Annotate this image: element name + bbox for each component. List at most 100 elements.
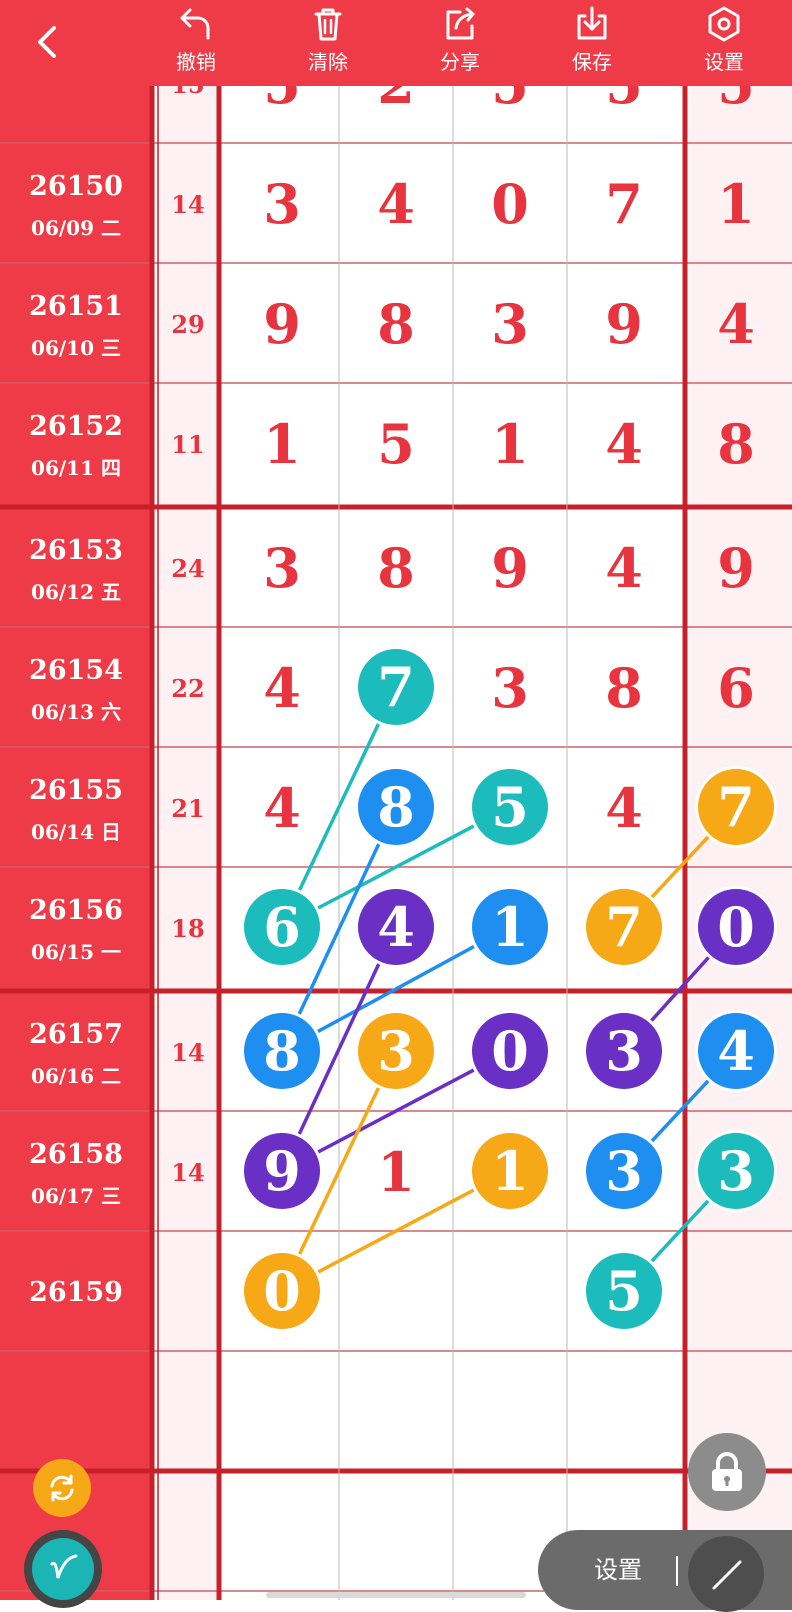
cell-number[interactable]: 4: [605, 776, 643, 840]
cell-number[interactable]: 9: [491, 536, 529, 600]
issue-date: 06/14 日: [31, 820, 121, 844]
ball-number: 3: [717, 1139, 755, 1203]
settings-hex-icon: [708, 6, 740, 42]
cell-number[interactable]: 4: [263, 776, 301, 840]
cell-number[interactable]: 4: [605, 412, 643, 476]
ball-number: 0: [263, 1259, 301, 1323]
sum-value: 29: [171, 310, 204, 339]
undo-label: 撤销: [176, 50, 216, 74]
lock-button[interactable]: [688, 1433, 766, 1511]
trash-icon: [314, 8, 342, 41]
clear-button[interactable]: 清除: [288, 4, 368, 82]
sum-value: 14: [171, 190, 204, 219]
cell-number[interactable]: 8: [377, 292, 415, 356]
ball-number: 0: [717, 895, 755, 959]
ball-number: 1: [491, 1139, 529, 1203]
issue-date: 06/17 三: [31, 1184, 121, 1208]
cell-number[interactable]: 1: [377, 1140, 415, 1204]
undo-button[interactable]: 撤销: [156, 4, 236, 82]
issue-number: 26156: [29, 895, 123, 926]
cell-number[interactable]: 3: [491, 656, 529, 720]
ball-number: 4: [717, 1019, 755, 1083]
ball-number: 7: [377, 655, 415, 719]
issue-date: 06/12 五: [31, 580, 121, 604]
issue-number: 26158: [29, 1139, 123, 1170]
cell-number[interactable]: 7: [605, 172, 643, 236]
ball-number: 7: [605, 895, 643, 959]
ball-number: 3: [605, 1139, 643, 1203]
lottery-grid[interactable]: 06/08 一15525552615006/09 二14340712615106…: [0, 0, 792, 1600]
cell-number[interactable]: 4: [263, 656, 301, 720]
pen-color-button[interactable]: [24, 1530, 102, 1608]
back-button[interactable]: [28, 22, 68, 62]
issue-number: 26150: [29, 171, 123, 202]
save-button[interactable]: 保存: [552, 4, 632, 82]
cell-number[interactable]: 4: [377, 172, 415, 236]
cell-number[interactable]: 8: [605, 656, 643, 720]
ball-number: 8: [263, 1019, 301, 1083]
refresh-icon: [50, 1474, 74, 1502]
cell-number[interactable]: 3: [491, 292, 529, 356]
draw-settings-bar: 设置: [538, 1530, 792, 1612]
ball-number: 5: [491, 775, 529, 839]
draw-line-button[interactable]: [688, 1536, 764, 1612]
refresh-button[interactable]: [33, 1459, 91, 1517]
cell-number[interactable]: 3: [263, 536, 301, 600]
issue-number: 26157: [29, 1019, 123, 1050]
ball-number: 7: [717, 775, 755, 839]
cell-number[interactable]: 1: [491, 412, 529, 476]
share-button[interactable]: 分享: [420, 4, 500, 82]
pen-color-swatch: [32, 1538, 94, 1600]
sum-value: 11: [171, 430, 204, 459]
top-toolbar: 撤销 清除 分享 保存 设置: [0, 0, 792, 86]
save-label: 保存: [572, 50, 612, 74]
cell-number[interactable]: 1: [717, 172, 755, 236]
issue-date: 06/15 一: [31, 940, 121, 964]
ball-number: 8: [377, 775, 415, 839]
divider: [676, 1556, 678, 1586]
pen-stroke-icon: [50, 1554, 78, 1579]
issue-date: 06/10 三: [31, 336, 121, 360]
sum-value: 22: [171, 674, 204, 703]
issue-number: 26159: [29, 1277, 123, 1308]
cell-number[interactable]: 3: [263, 172, 301, 236]
issue-number: 26153: [29, 535, 123, 566]
cell-number[interactable]: 1: [263, 412, 301, 476]
cell-number[interactable]: 4: [605, 536, 643, 600]
ball-number: 9: [263, 1139, 301, 1203]
cell-number[interactable]: 4: [717, 292, 755, 356]
cell-number[interactable]: 9: [717, 536, 755, 600]
draw-settings-label[interactable]: 设置: [594, 1550, 642, 1585]
cell-number[interactable]: 5: [377, 412, 415, 476]
cell-number[interactable]: 9: [605, 292, 643, 356]
undo-icon: [180, 8, 210, 40]
home-indicator: [266, 1592, 526, 1598]
ball-number: 1: [491, 895, 529, 959]
issue-date: 06/16 二: [31, 1064, 121, 1088]
ball-number: 3: [377, 1019, 415, 1083]
ball-number: 3: [605, 1019, 643, 1083]
cell-number[interactable]: 0: [491, 172, 529, 236]
sum-value: 14: [171, 1038, 204, 1067]
sum-value: 14: [171, 1158, 204, 1187]
sum-value: 24: [171, 554, 204, 583]
lock-icon: [712, 1452, 742, 1491]
cell-number[interactable]: 8: [717, 412, 755, 476]
ball-number: 6: [263, 895, 301, 959]
settings-button[interactable]: 设置: [684, 4, 764, 82]
cell-number[interactable]: 9: [263, 292, 301, 356]
issue-number: 26152: [29, 411, 123, 442]
issue-date: 06/11 四: [31, 456, 121, 480]
issue-date: 06/09 二: [31, 216, 121, 240]
cell-number[interactable]: 8: [377, 536, 415, 600]
issue-date: 06/13 六: [31, 700, 121, 724]
issue-number: 26154: [29, 655, 123, 686]
share-label: 分享: [440, 50, 480, 74]
sum-value: 18: [171, 914, 204, 943]
cell-number[interactable]: 6: [717, 656, 755, 720]
settings-label: 设置: [704, 50, 744, 74]
ball-number: 4: [377, 895, 415, 959]
line-tool-icon: [712, 1560, 742, 1590]
ball-number: 5: [605, 1259, 643, 1323]
share-icon: [446, 7, 475, 40]
